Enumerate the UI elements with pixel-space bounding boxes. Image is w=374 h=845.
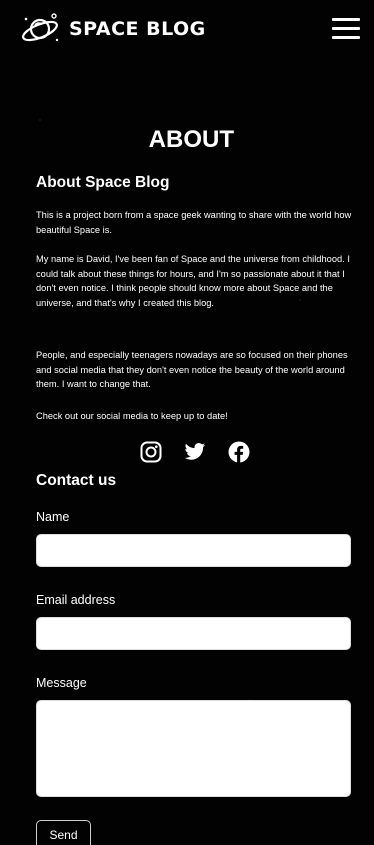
site-header: SPACE BLOG: [0, 0, 374, 58]
about-paragraph: My name is David, I've been fan of Space…: [36, 254, 350, 308]
hamburger-menu-button[interactable]: [332, 18, 360, 40]
about-paragraph: People, and especially teenagers nowaday…: [36, 350, 348, 389]
facebook-link[interactable]: [228, 441, 250, 463]
social-links: [140, 441, 250, 463]
about-paragraph: Check out our social media to keep up to…: [36, 411, 228, 421]
name-label: Name: [36, 510, 70, 524]
message-label: Message: [36, 676, 87, 690]
instagram-icon: [140, 441, 162, 463]
email-label: Email address: [36, 593, 116, 607]
hamburger-line: [332, 27, 360, 30]
twitter-link[interactable]: [184, 441, 206, 463]
message-textarea[interactable]: [36, 700, 351, 797]
hamburger-menu-icon: [332, 18, 360, 21]
facebook-icon: [228, 441, 250, 463]
instagram-link[interactable]: [140, 441, 162, 463]
site-title: SPACE BLOG: [69, 18, 206, 40]
contact-heading: Contact us: [36, 472, 117, 489]
email-input[interactable]: [36, 617, 351, 650]
home-logo-link[interactable]: SPACE BLOG: [21, 12, 206, 46]
twitter-icon: [184, 443, 206, 460]
about-heading: About Space Blog: [36, 174, 170, 191]
about-paragraph: This is a project born from a space geek…: [36, 210, 352, 235]
send-button[interactable]: Send: [36, 820, 91, 845]
page-title: ABOUT: [148, 126, 234, 153]
name-input[interactable]: [36, 534, 351, 567]
planet-astronaut-icon: [21, 12, 61, 46]
hamburger-line: [332, 36, 360, 39]
